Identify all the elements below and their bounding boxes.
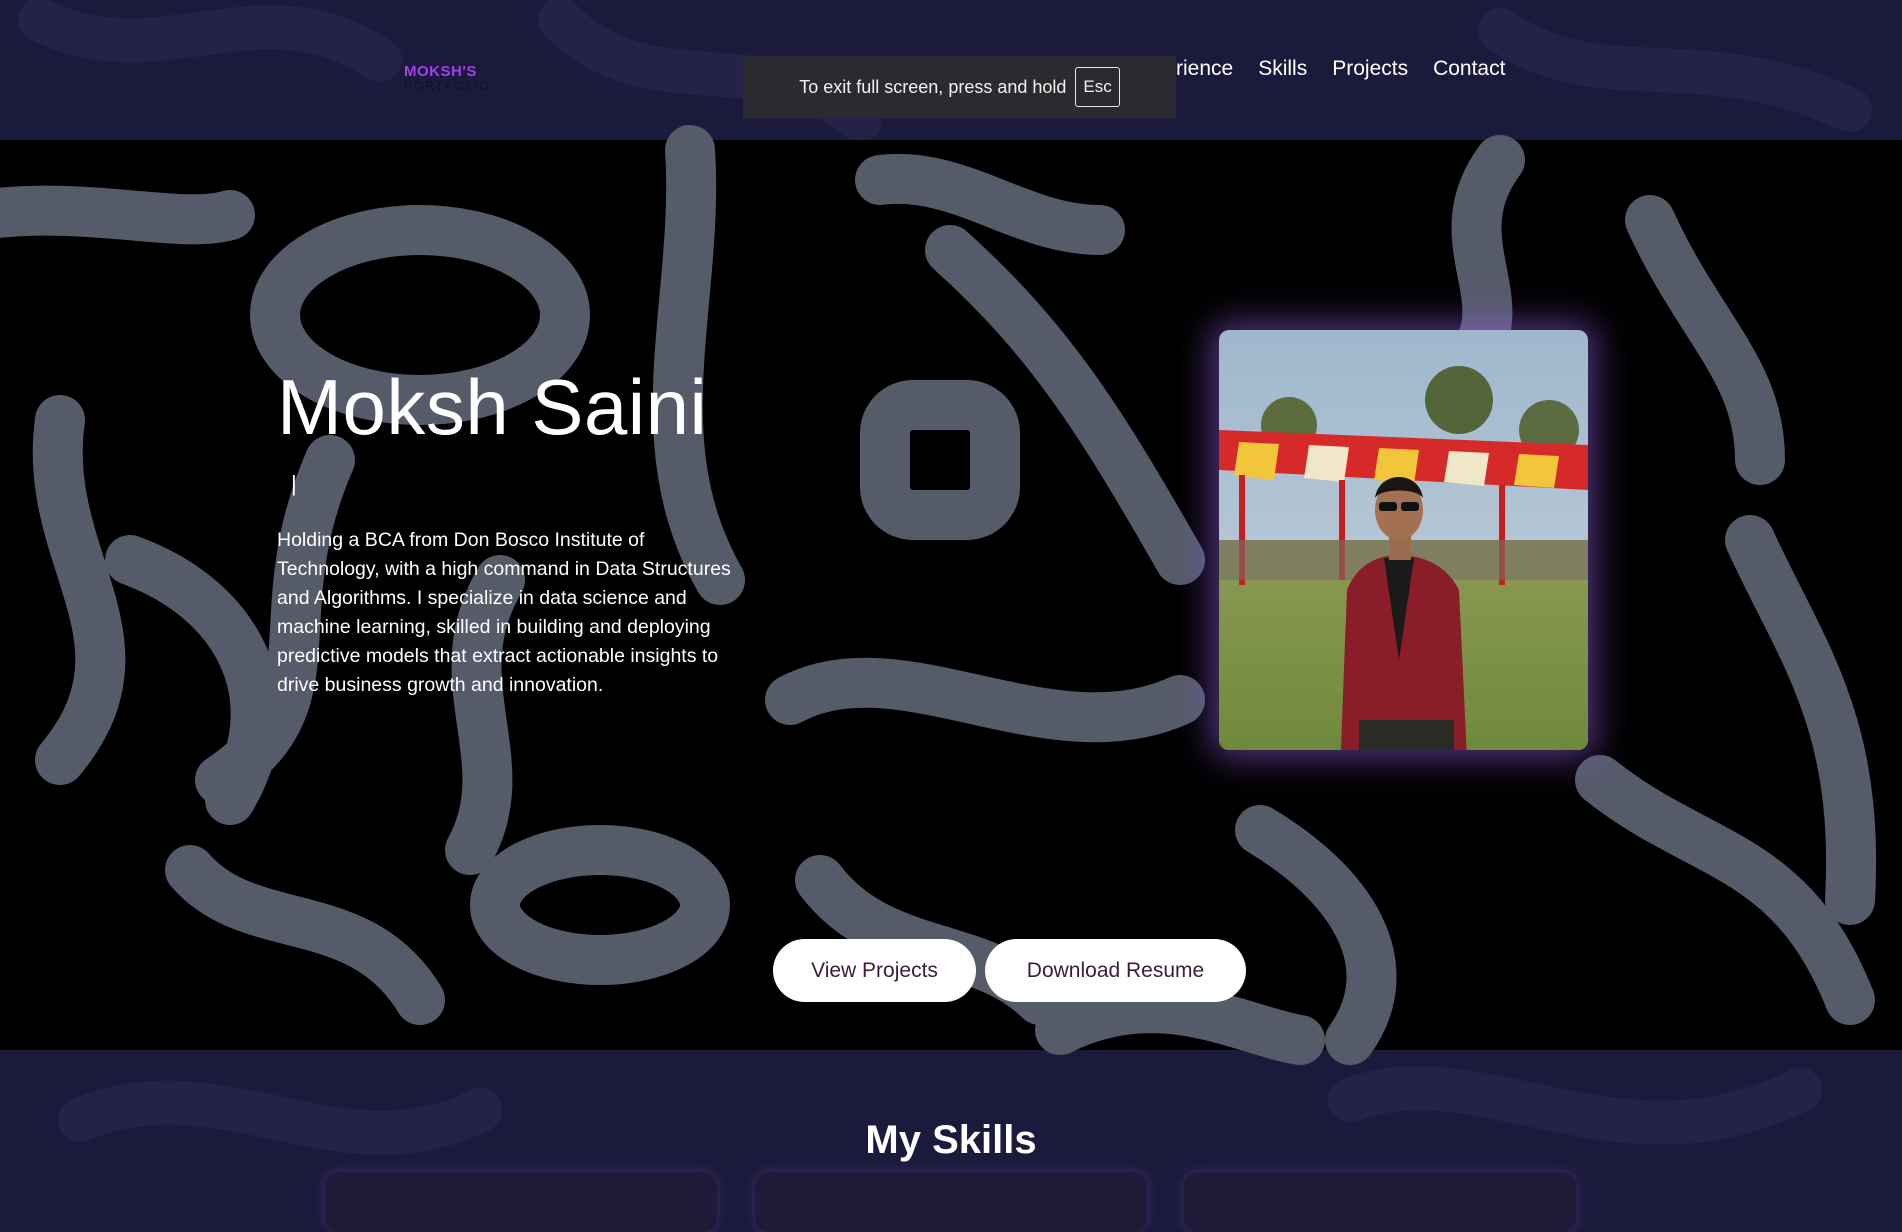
toast-text: To exit full screen, press and hold xyxy=(799,76,1067,97)
site-logo[interactable]: MOKSH'S PORTFOLIO xyxy=(404,64,491,92)
fullscreen-exit-toast: To exit full screen, press and hold Esc xyxy=(743,56,1176,118)
nav-link-experience[interactable]: rience xyxy=(1176,57,1233,81)
nav-link-skills[interactable]: Skills xyxy=(1258,57,1307,81)
hero-name: Moksh Saini xyxy=(277,363,708,451)
nav-link-contact[interactable]: Contact xyxy=(1433,57,1505,81)
skill-card xyxy=(755,1172,1147,1232)
logo-line-1: MOKSH'S xyxy=(404,63,477,80)
esc-key-hint: Esc xyxy=(1075,67,1120,107)
download-resume-button[interactable]: Download Resume xyxy=(985,939,1246,1002)
hero-description: Holding a BCA from Don Bosco Institute o… xyxy=(277,529,731,696)
nav-links: rience Skills Projects Contact xyxy=(1176,57,1505,81)
view-projects-button[interactable]: View Projects xyxy=(773,939,976,1002)
profile-photo xyxy=(1219,330,1588,750)
skill-card xyxy=(325,1172,717,1232)
skill-card xyxy=(1184,1172,1576,1232)
typing-cursor: | xyxy=(291,471,297,496)
nav-link-projects[interactable]: Projects xyxy=(1332,57,1408,81)
skills-section-title: My Skills xyxy=(865,1118,1037,1162)
logo-line-2: PORTFOLIO xyxy=(404,79,492,93)
